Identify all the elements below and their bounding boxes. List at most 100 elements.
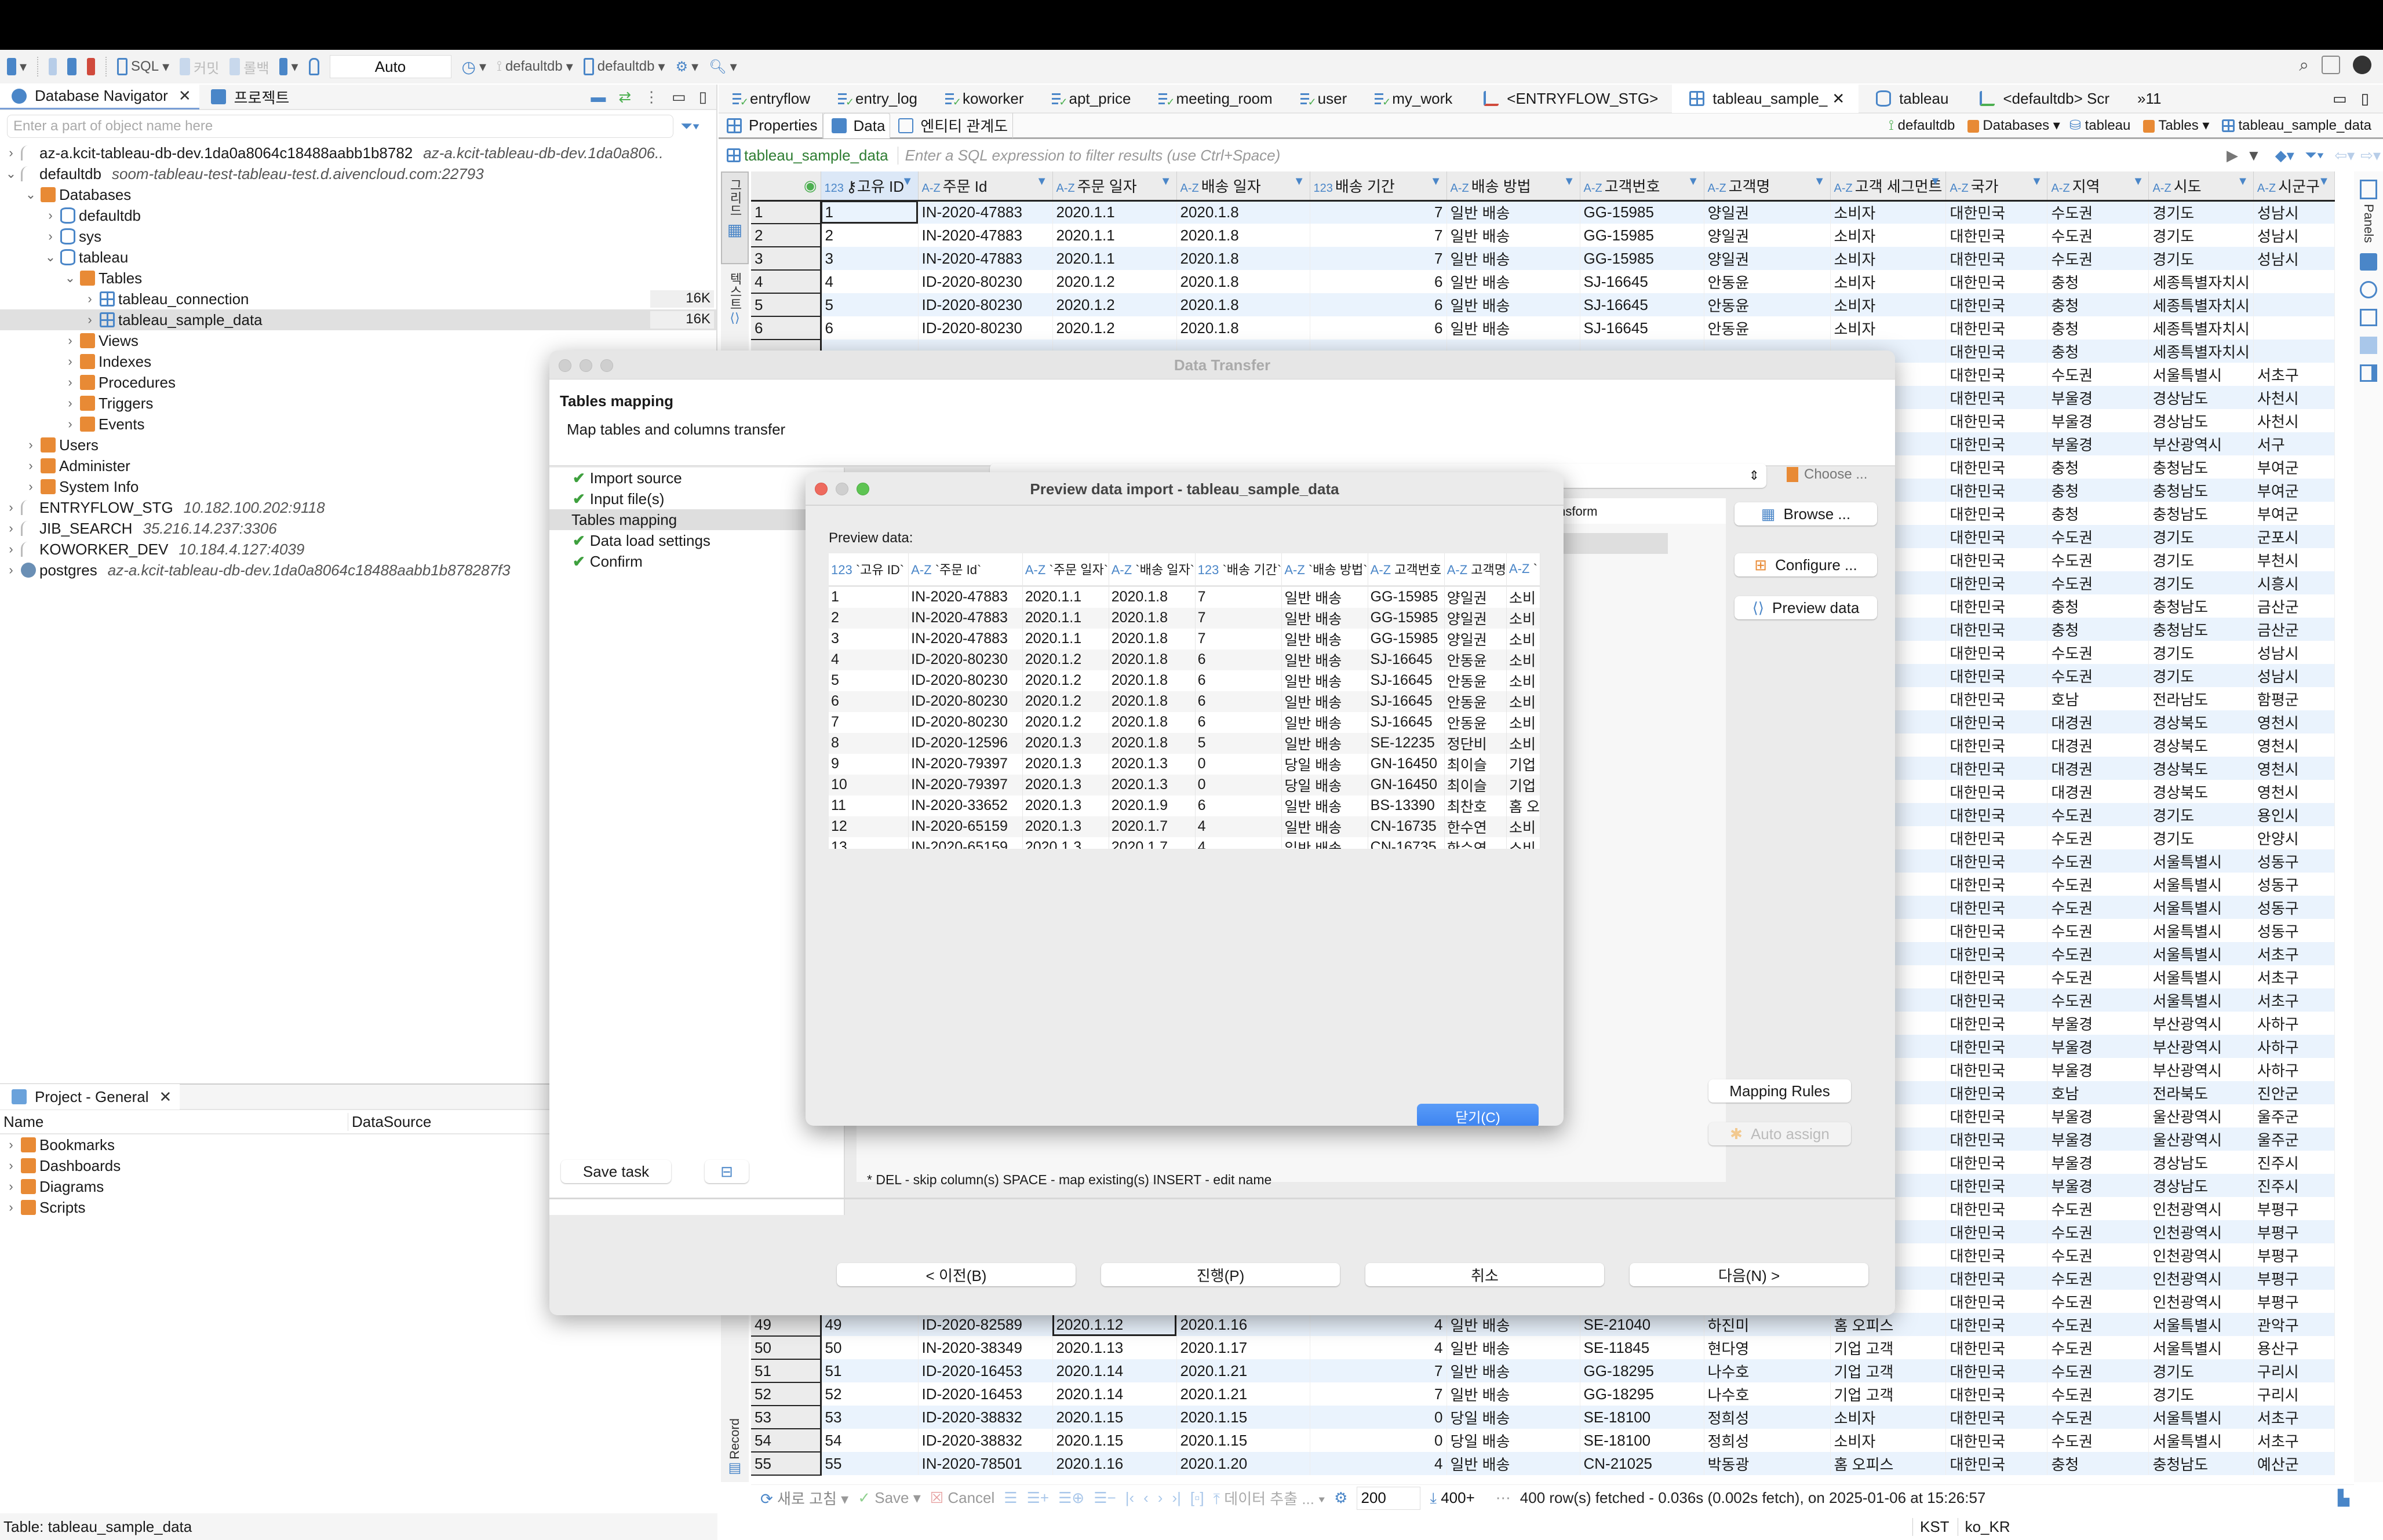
rollback-button[interactable]: 롤백 xyxy=(229,57,269,77)
grid-cell[interactable]: 경상남도 xyxy=(2148,409,2254,432)
grid-cell[interactable]: GG-15985 xyxy=(1580,247,1704,270)
more-icon[interactable]: ⋯ xyxy=(1496,1489,1511,1507)
row-number[interactable]: 4 xyxy=(751,270,822,294)
grid-cell[interactable]: GG-18295 xyxy=(1580,1359,1704,1382)
grid-cell[interactable]: 7 xyxy=(1310,1382,1447,1406)
grid-cell[interactable]: 수도권 xyxy=(2047,548,2149,571)
grid-cell[interactable]: 경기도 xyxy=(2148,247,2254,270)
grid-cell[interactable]: 부여군 xyxy=(2253,479,2335,502)
grid-cell[interactable]: 수도권 xyxy=(2047,1267,2149,1290)
grid-cell[interactable]: 대한민국 xyxy=(1945,571,2048,594)
disconnect-button[interactable] xyxy=(87,58,96,75)
grid-cell[interactable]: 대한민국 xyxy=(1945,873,2048,896)
grid-cell[interactable]: 안동윤 xyxy=(1704,316,1831,340)
grid-cell[interactable]: 소비자 xyxy=(1830,224,1947,247)
grid-cell[interactable]: 경기도 xyxy=(2148,571,2254,594)
grid-cell[interactable]: 2020.1.16 xyxy=(1176,1313,1310,1336)
wizard-step[interactable]: ✔ Data load settings xyxy=(549,530,844,551)
grid-cell[interactable]: 성동구 xyxy=(2253,919,2335,942)
grid-cell[interactable]: 부산광역시 xyxy=(2148,1012,2254,1035)
nav-forward-icon[interactable]: ⇨▾ xyxy=(2360,147,2381,165)
grid-cell[interactable]: 영천시 xyxy=(2253,757,2335,780)
sort-filter-icon[interactable]: ▼ xyxy=(1814,175,1825,188)
grid-cell[interactable]: 일반 배송 xyxy=(1446,270,1580,293)
grid-cell[interactable]: 수도권 xyxy=(2047,571,2149,594)
commit-button[interactable]: 커밋 xyxy=(180,57,219,77)
grid-cell[interactable]: 4 xyxy=(1310,1452,1447,1475)
grid-cell[interactable]: 부평구 xyxy=(2253,1220,2335,1243)
chevron-right-icon[interactable]: › xyxy=(24,458,37,473)
add-row-icon[interactable]: ☰+ xyxy=(1027,1489,1050,1507)
grid-cell[interactable]: 대한민국 xyxy=(1945,1220,2048,1243)
grid-cell[interactable]: ID-2020-80230 xyxy=(918,316,1053,340)
editor-tab[interactable]: koworker xyxy=(931,84,1037,113)
preview-column-header[interactable]: A-Z `배송 일자` xyxy=(1109,553,1196,587)
grid-cell[interactable]: 2 xyxy=(821,224,919,247)
grid-cell[interactable]: 경상남도 xyxy=(2148,386,2254,409)
sort-filter-icon[interactable]: ▼ xyxy=(1160,175,1172,188)
table-row[interactable]: 3 3 IN-2020-47883 2020.1.1 2020.1.8 7 일반 배송 GG-… xyxy=(751,247,2335,271)
close-icon[interactable]: ✕ xyxy=(1832,90,1845,108)
row-number[interactable]: 50 xyxy=(751,1336,822,1360)
grid-cell[interactable]: 부울경 xyxy=(2047,409,2149,432)
tree-node[interactable]: › tableau_sample_data 16K xyxy=(0,309,716,330)
grid-cell[interactable]: 구리시 xyxy=(2253,1382,2335,1406)
grid-cell[interactable]: CN-21025 xyxy=(1580,1452,1704,1475)
grid-cell[interactable]: 용인시 xyxy=(2253,803,2335,826)
grid-cell[interactable]: 시흥시 xyxy=(2253,571,2335,594)
grid-cell[interactable]: 대한민국 xyxy=(1945,270,2048,293)
wizard-step[interactable]: Tables mapping xyxy=(549,509,844,530)
tree-node[interactable]: › Views xyxy=(0,330,716,351)
grid-cell[interactable]: 수도권 xyxy=(2047,247,2149,270)
table-row[interactable]: 53 53 ID-2020-38832 2020.1.15 2020.1.15 0 당일 배… xyxy=(751,1406,2335,1429)
grid-cell[interactable]: 군포시 xyxy=(2253,525,2335,548)
minimize-icon[interactable]: ▭ xyxy=(672,88,686,106)
grid-cell[interactable]: 대경권 xyxy=(2047,780,2149,803)
grid-cell[interactable]: ID-2020-16453 xyxy=(918,1359,1053,1382)
grid-cell[interactable]: 사천시 xyxy=(2253,386,2335,409)
grid-cell[interactable]: 부여군 xyxy=(2253,455,2335,479)
grid-cell[interactable]: 경기도 xyxy=(2148,664,2254,687)
grid-cell[interactable]: 경상북도 xyxy=(2148,780,2254,803)
grid-cell[interactable]: 대한민국 xyxy=(1945,386,2048,409)
grid-cell[interactable]: 성동구 xyxy=(2253,873,2335,896)
chevron-down-icon[interactable]: ⌄ xyxy=(44,250,57,265)
preview-column-header[interactable]: A-Z `주문 일자` xyxy=(1022,553,1109,587)
grid-cell[interactable]: 2020.1.20 xyxy=(1176,1452,1310,1475)
grid-cell[interactable]: 대경권 xyxy=(2047,733,2149,757)
chevron-right-icon[interactable]: › xyxy=(64,417,76,432)
tab-record-view[interactable]: Record ▤ xyxy=(721,1418,749,1476)
grid-cell[interactable]: 2020.1.8 xyxy=(1176,293,1310,316)
grid-cell[interactable]: 경기도 xyxy=(2148,826,2254,849)
grid-cell[interactable]: 수도권 xyxy=(2047,664,2149,687)
grid-cell[interactable]: 울주군 xyxy=(2253,1104,2335,1127)
grid-cell[interactable]: 대한민국 xyxy=(1945,896,2048,919)
chevron-right-icon[interactable]: › xyxy=(24,437,37,452)
maximize-icon[interactable]: ▯ xyxy=(699,88,707,106)
wizard-step[interactable]: ✔ Input file(s) xyxy=(549,488,844,509)
grid-cell[interactable]: SE-18100 xyxy=(1580,1429,1704,1452)
column-name[interactable]: Name xyxy=(0,1113,348,1131)
grid-cell[interactable]: 부울경 xyxy=(2047,1035,2149,1058)
grid-cell[interactable]: 경기도 xyxy=(2148,525,2254,548)
view-menu-icon[interactable]: ⋮ xyxy=(644,88,659,106)
grid-cell[interactable]: 2020.1.8 xyxy=(1176,224,1310,247)
tree-node[interactable]: › az-a.kcit-tableau-db-dev.1da0a8064c1848… xyxy=(0,143,716,163)
link-editor-icon[interactable]: ⇄ xyxy=(618,88,631,106)
filter-input[interactable]: Enter a SQL expression to filter results… xyxy=(897,146,2227,165)
grid-cell[interactable]: 수도권 xyxy=(2047,363,2149,386)
reconnect-button[interactable] xyxy=(67,58,77,75)
breadcrumb-tables[interactable]: Tables ▾ xyxy=(2140,117,2209,134)
preview-row[interactable]: 7 ID-2020-80230 2020.1.2 2020.1.8 6 일반 배송 SJ-1… xyxy=(829,711,1540,733)
first-page-icon[interactable]: |‹ xyxy=(1125,1489,1134,1507)
grid-cell[interactable]: 대한민국 xyxy=(1945,1290,2048,1313)
row-number[interactable]: 53 xyxy=(751,1406,822,1429)
grid-cell[interactable]: 6 xyxy=(1310,293,1447,316)
grid-cell[interactable]: 충청 xyxy=(2047,270,2149,293)
grid-cell[interactable]: 부산광역시 xyxy=(2148,432,2254,455)
row-number[interactable]: 6 xyxy=(751,316,822,340)
grid-cell[interactable]: 서울특별시 xyxy=(2148,896,2254,919)
grid-cell[interactable]: 대한민국 xyxy=(1945,710,2048,733)
grid-cell[interactable]: 금산군 xyxy=(2253,618,2335,641)
chevron-right-icon[interactable]: › xyxy=(5,521,17,536)
